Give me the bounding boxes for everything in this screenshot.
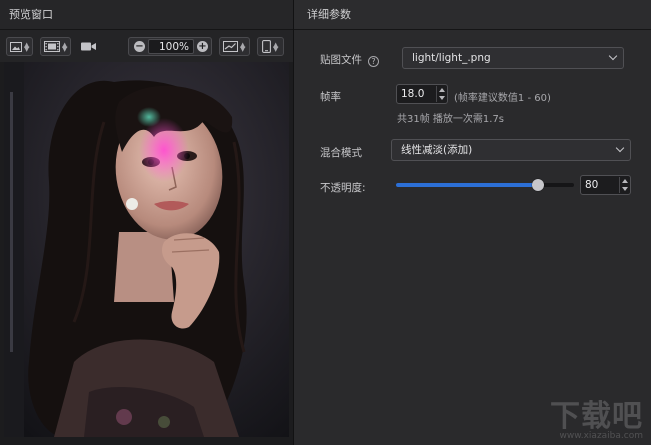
texture-file-label: 贴图文件? — [320, 52, 379, 67]
image-icon — [10, 41, 22, 52]
frame-rate-suggestion: (帧率建议数值1 - 60) — [454, 93, 551, 104]
texture-file-select[interactable]: light/light_.png — [402, 47, 624, 69]
opacity-input[interactable]: 80 — [580, 175, 631, 195]
step-down-icon[interactable] — [621, 187, 628, 191]
frame-rate-stepper[interactable] — [436, 86, 446, 102]
zoom-out-icon[interactable]: − — [134, 41, 145, 52]
help-icon[interactable]: ? — [368, 56, 379, 67]
opacity-slider[interactable] — [396, 179, 574, 191]
zoom-control: − 100% + — [128, 37, 212, 56]
blend-mode-label: 混合模式 — [320, 147, 362, 159]
zoom-level-input[interactable]: 100% — [148, 39, 194, 54]
chevron-updown-icon: ▲ ▼ — [240, 40, 246, 53]
blend-mode-select[interactable]: 线性减淡(添加) — [391, 139, 631, 161]
watermark-logo: 下载吧 www.xiazaiba.com — [550, 391, 643, 441]
frame-summary: 共31帧 播放一次需1.7s — [397, 114, 505, 125]
filmstrip-icon — [44, 41, 60, 52]
camera-icon — [81, 41, 96, 52]
watermark-url: www.xiazaiba.com — [559, 431, 643, 441]
step-down-icon[interactable] — [438, 96, 445, 100]
chart-icon — [223, 41, 238, 52]
opacity-label: 不透明度: — [320, 182, 366, 194]
frame-rate-input[interactable]: 18.0 — [396, 84, 448, 104]
device-dropdown[interactable]: ▲ ▼ — [257, 37, 284, 56]
frame-rate-label: 帧率 — [320, 91, 341, 103]
step-up-icon[interactable] — [438, 88, 445, 92]
phone-icon — [262, 40, 271, 53]
preview-toolbar: ▲ ▼ ▲ ▼ − 100% + ▲ ▼ ▲ ▼ — [0, 30, 293, 62]
preview-canvas[interactable] — [4, 62, 289, 437]
camera-button[interactable] — [78, 37, 98, 56]
zoom-in-icon[interactable]: + — [197, 41, 208, 52]
detail-panel-title: 详细参数 — [294, 0, 651, 30]
opacity-stepper[interactable] — [619, 177, 629, 193]
preview-panel-title: 预览窗口 — [0, 0, 293, 30]
slider-fill — [396, 183, 539, 187]
filmstrip-dropdown[interactable]: ▲ ▼ — [40, 37, 71, 56]
blend-mode-value: 线性减淡(添加) — [401, 144, 473, 156]
detail-panel: 详细参数 贴图文件? light/light_.png 帧率 18.0 (帧率建… — [294, 0, 651, 445]
slider-thumb[interactable] — [532, 179, 545, 191]
preview-image — [4, 62, 289, 437]
chart-dropdown[interactable]: ▲ ▼ — [219, 37, 250, 56]
chevron-updown-icon: ▲ ▼ — [24, 40, 30, 53]
opacity-value: 80 — [585, 179, 599, 191]
watermark-text: 下载吧 — [550, 399, 643, 434]
chevron-down-icon — [615, 143, 625, 153]
texture-file-value: light/light_.png — [412, 52, 491, 64]
step-up-icon[interactable] — [621, 179, 628, 183]
chevron-updown-icon: ▲ ▼ — [62, 40, 68, 53]
image-dropdown[interactable]: ▲ ▼ — [6, 37, 33, 56]
chevron-updown-icon: ▲ ▼ — [273, 40, 279, 53]
chevron-down-icon — [608, 51, 618, 61]
frame-rate-value: 18.0 — [401, 88, 425, 100]
texture-file-label-text: 贴图文件 — [320, 54, 362, 66]
preview-panel: 预览窗口 ▲ ▼ ▲ ▼ − 100% + ▲ ▼ ▲ ▼ — [0, 0, 293, 445]
